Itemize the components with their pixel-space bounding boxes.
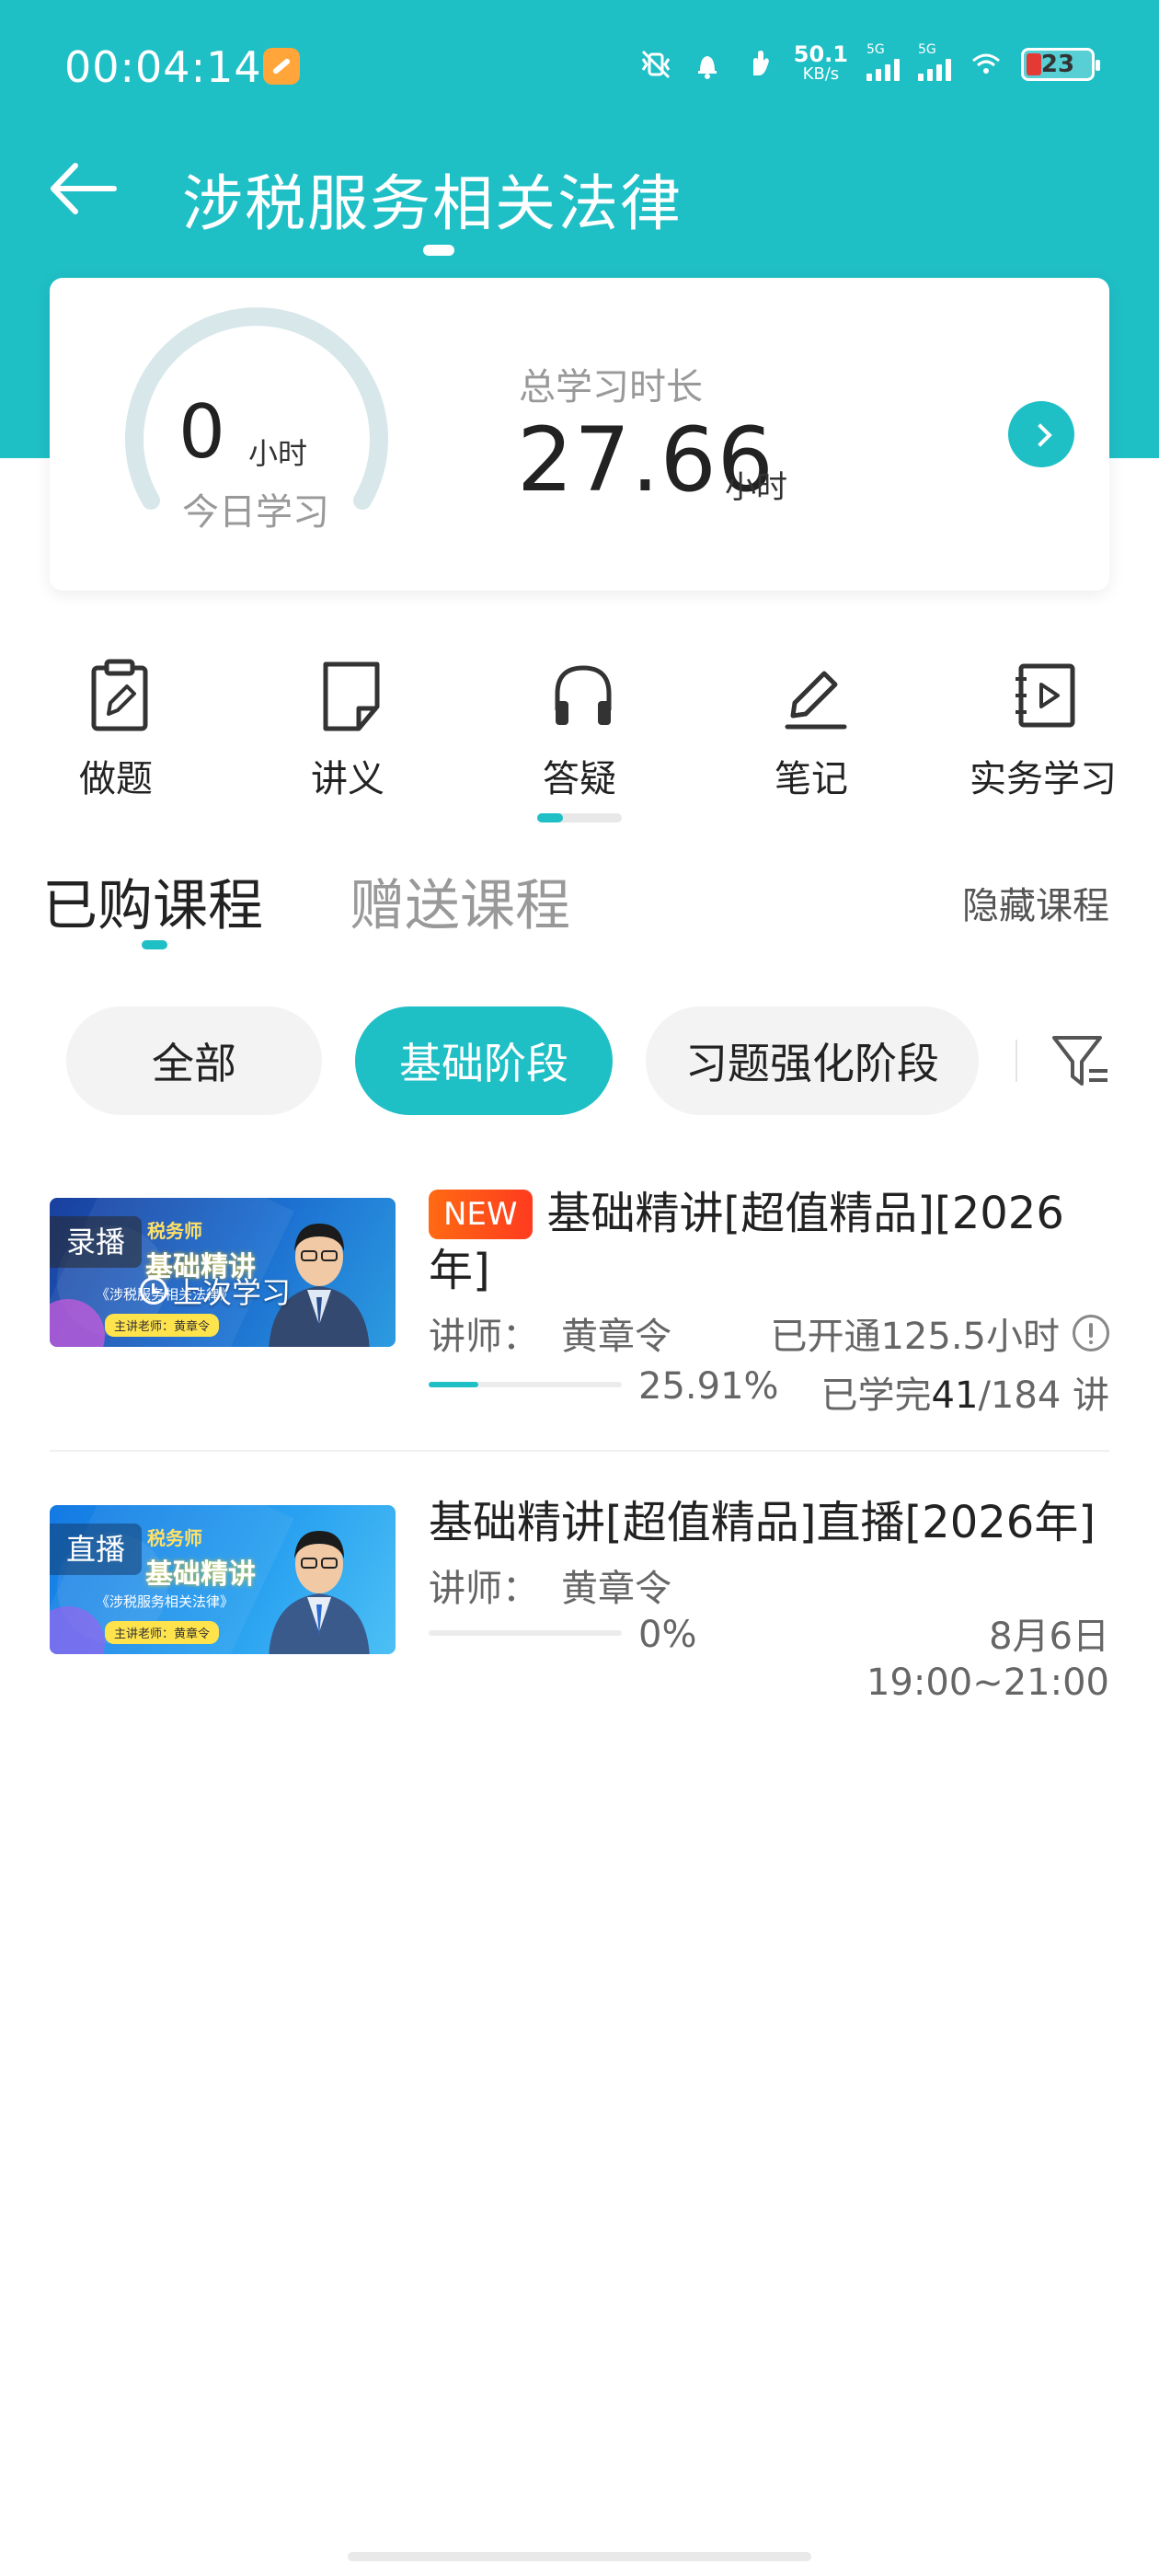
network-speed: 50.1 KB/s — [793, 41, 848, 84]
study-time-card: 0 小时 今日学习 总学习时长 27.66 小时 — [50, 278, 1109, 591]
hand-icon — [752, 51, 769, 75]
nav-practice-study[interactable]: 实务学习 — [951, 653, 1135, 800]
wifi-icon — [972, 53, 1000, 74]
app-notification-icon — [263, 48, 300, 85]
course-title[interactable]: 基础精讲[超值精品]直播[2026年] — [429, 1494, 1109, 1551]
course-teacher: 讲师： 黄章令 — [429, 1568, 671, 1610]
status-time: 00:04:14 — [64, 42, 262, 92]
clipboard-edit-icon — [91, 659, 148, 731]
course-teacher: 讲师： 黄章令 — [429, 1316, 671, 1358]
nav-handout-label: 讲义 — [311, 758, 384, 800]
title-indicator — [423, 245, 454, 256]
clock-icon — [140, 1277, 167, 1305]
nav-qa-label: 答疑 — [543, 758, 616, 800]
hide-courses-button[interactable]: 隐藏课程 — [962, 876, 1109, 929]
nav-notes-label: 笔记 — [775, 758, 848, 800]
course-progress-text: 0% — [638, 1614, 697, 1656]
total-study-label: 总学习时长 — [519, 366, 703, 408]
alarm-icon — [697, 56, 717, 79]
info-icon[interactable] — [1073, 1315, 1109, 1351]
stage-filter-chips: 全部 基础阶段 习题强化阶段 — [0, 1006, 1159, 1117]
title-bar: 涉税服务相关法律 — [0, 138, 1159, 267]
back-arrow-icon[interactable] — [48, 156, 121, 221]
course-type-tag: 录播 — [50, 1216, 143, 1268]
today-study-value: 0 — [178, 389, 225, 475]
course-progress-bar — [429, 1630, 622, 1636]
nav-practice-study-label: 实务学习 — [970, 758, 1117, 800]
course-type-tag: 直播 — [50, 1524, 143, 1575]
course-progress-fill — [429, 1382, 479, 1387]
chip-divider — [1016, 1040, 1017, 1082]
pencil-icon — [785, 671, 847, 730]
signal-icon-1: 5G — [866, 42, 900, 81]
nav-qa[interactable]: 答疑 — [488, 653, 671, 800]
tab-indicator — [142, 940, 167, 949]
nav-practice-label: 做题 — [79, 758, 153, 800]
live-time: 19:00~21:00 — [866, 1662, 1109, 1704]
vibrate-off-icon — [641, 50, 671, 79]
chip-exercise-stage[interactable]: 习题强化阶段 — [646, 1006, 979, 1115]
chip-basic-stage[interactable]: 基础阶段 — [355, 1006, 613, 1115]
nav-handout[interactable]: 讲义 — [256, 653, 440, 800]
course-opened-hours: 已开通125.5小时 — [770, 1306, 1109, 1360]
quick-nav-scroll-indicator — [537, 813, 622, 822]
video-play-icon — [1016, 663, 1075, 728]
course-progress-text: 25.91% — [638, 1365, 779, 1408]
battery-icon: 23 — [1021, 48, 1100, 81]
course-lectures-count: 已学完41/184 讲 — [820, 1374, 1109, 1417]
nav-practice[interactable]: 做题 — [24, 653, 208, 800]
course-progress-bar — [429, 1382, 622, 1387]
list-divider — [50, 1450, 1109, 1452]
signal-icon-2: 5G — [918, 42, 951, 81]
status-icons: 50.1 KB/s 5G 5G 23 — [639, 41, 1100, 85]
battery-level: 23 — [1040, 51, 1075, 78]
chip-all[interactable]: 全部 — [66, 1006, 322, 1115]
course-thumbnail[interactable]: 税务师 基础精讲 《涉税服务相关法律》 主讲老师：黄章令 录播 上次学习 — [50, 1198, 396, 1347]
today-study-unit: 小时 — [248, 436, 308, 471]
live-date: 8月6日 — [989, 1616, 1109, 1658]
nav-notes[interactable]: 笔记 — [719, 653, 903, 800]
filter-icon[interactable] — [1049, 1029, 1113, 1093]
headphones-icon — [555, 665, 612, 725]
last-study-label[interactable]: 上次学习 — [140, 1270, 291, 1312]
status-bar: 00:04:14 50.1 KB/s 5G 5G 23 — [0, 0, 1159, 138]
quick-nav: 做题 讲义 答疑 笔记 实务学习 — [0, 653, 1159, 822]
page-title: 涉税服务相关法律 — [182, 168, 683, 239]
course-thumbnail[interactable]: 税务师 基础精讲 《涉税服务相关法律》 主讲老师：黄章令 直播 — [50, 1505, 396, 1654]
today-study-label: 今日学习 — [182, 491, 329, 534]
total-study-unit: 小时 — [725, 469, 787, 506]
tab-purchased-courses[interactable]: 已购课程 — [42, 861, 263, 941]
course-title[interactable]: NEW 基础精讲[超值精品][2026年] — [429, 1185, 1109, 1299]
document-icon — [323, 661, 380, 731]
teacher-photo — [269, 1531, 370, 1654]
home-indicator — [348, 2552, 811, 2561]
new-badge: NEW — [429, 1190, 533, 1239]
course-tabs: 已购课程 赠送课程 隐藏课程 — [0, 861, 1159, 962]
tab-gifted-courses[interactable]: 赠送课程 — [350, 861, 570, 941]
live-schedule: 8月6日 19:00~21:00 — [866, 1614, 1109, 1706]
study-detail-button[interactable] — [1008, 401, 1074, 467]
